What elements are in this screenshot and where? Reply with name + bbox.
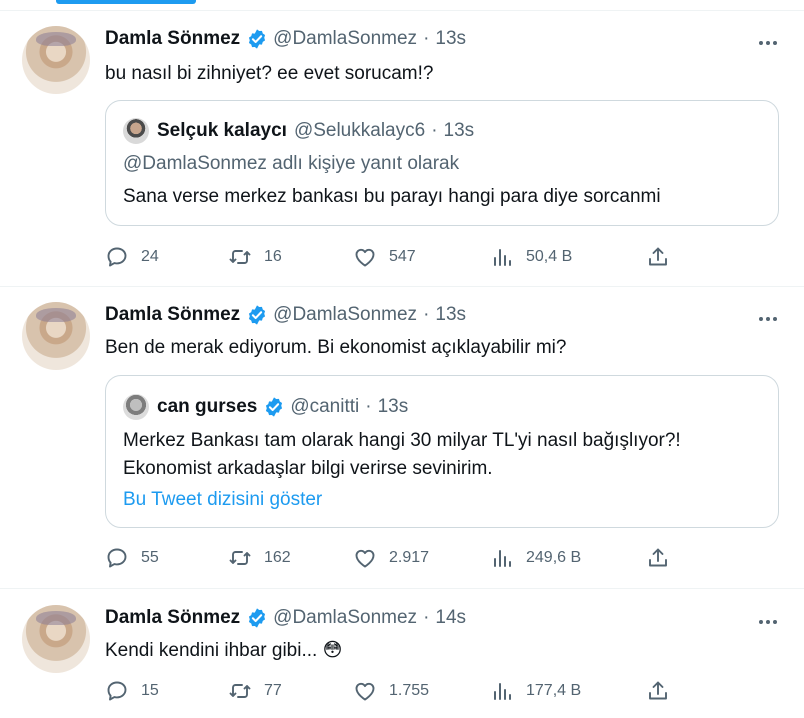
tweet-actions: 24 16 547 50,4 B bbox=[105, 245, 667, 269]
tweet-actions: 15 77 1.755 177,4 B bbox=[105, 679, 667, 703]
views-chart-icon bbox=[494, 249, 511, 266]
like-button[interactable]: 2.917 bbox=[353, 546, 429, 570]
avatar[interactable] bbox=[22, 26, 90, 94]
quoted-tweet-header: can gurses @canitti · 13s bbox=[123, 394, 408, 420]
share-icon bbox=[649, 681, 667, 700]
tweet-header: Damla Sönmez @DamlaSonmez · 13s bbox=[105, 28, 466, 50]
share-button[interactable] bbox=[646, 546, 670, 570]
views-count: 249,6 B bbox=[526, 549, 582, 566]
verified-badge-icon bbox=[249, 305, 266, 325]
timestamp[interactable]: 13s bbox=[435, 28, 466, 50]
tweet-actions: 55 162 2.917 249,6 B bbox=[105, 546, 667, 570]
avatar[interactable] bbox=[22, 302, 90, 370]
views-count: 50,4 B bbox=[526, 248, 573, 265]
reply-icon bbox=[107, 681, 127, 701]
reply-button[interactable]: 55 bbox=[105, 546, 159, 570]
reply-count: 55 bbox=[141, 549, 159, 566]
quoted-tweet-text-line-1: Merkez Bankası tam olarak hangi 30 milya… bbox=[123, 430, 681, 451]
like-button[interactable]: 547 bbox=[353, 245, 416, 269]
retweet-button[interactable]: 77 bbox=[228, 679, 282, 703]
like-count: 547 bbox=[389, 248, 416, 265]
views-count: 177,4 B bbox=[526, 682, 582, 699]
show-thread-link[interactable]: Bu Tweet dizisini göster bbox=[123, 489, 322, 511]
author-name[interactable]: Damla Sönmez bbox=[105, 28, 240, 50]
author-handle[interactable]: @DamlaSonmez bbox=[273, 304, 417, 326]
views-chart-icon bbox=[494, 683, 511, 700]
verified-badge-icon bbox=[249, 608, 266, 628]
separator-dot: · bbox=[423, 304, 430, 325]
quoted-tweet-header: Selçuk kalaycı @Selukkalayc6 · 13s bbox=[123, 118, 474, 144]
verified-badge-icon bbox=[266, 397, 283, 417]
avatar[interactable] bbox=[22, 605, 90, 673]
quoted-timestamp: 13s bbox=[377, 396, 409, 417]
separator-dot: · bbox=[431, 120, 438, 141]
quoted-tweet[interactable]: Selçuk kalaycı @Selukkalayc6 · 13s @Daml… bbox=[105, 100, 779, 226]
quoted-author-name: Selçuk kalaycı bbox=[157, 120, 287, 141]
author-handle[interactable]: @DamlaSonmez bbox=[273, 28, 417, 50]
quoted-tweet[interactable]: can gurses @canitti · 13s Merkez Bankası… bbox=[105, 375, 779, 528]
share-button[interactable] bbox=[646, 679, 670, 703]
tweet-header: Damla Sönmez @DamlaSonmez · 14s bbox=[105, 607, 466, 629]
heart-icon bbox=[355, 682, 375, 701]
share-icon bbox=[649, 548, 667, 567]
timestamp[interactable]: 13s bbox=[435, 304, 466, 326]
heart-icon bbox=[355, 248, 375, 267]
retweet-icon bbox=[229, 684, 251, 698]
reply-button[interactable]: 24 bbox=[105, 245, 159, 269]
tweet-header: Damla Sönmez @DamlaSonmez · 13s bbox=[105, 304, 466, 326]
retweet-button[interactable]: 16 bbox=[228, 245, 282, 269]
verified-badge-icon bbox=[249, 29, 266, 49]
author-name[interactable]: Damla Sönmez bbox=[105, 607, 240, 629]
quoted-author-handle: @canitti bbox=[290, 396, 360, 417]
tweet[interactable]: Damla Sönmez @DamlaSonmez · 14s Kendi ke… bbox=[0, 589, 804, 718]
separator-dot: · bbox=[423, 607, 430, 628]
views-chart-icon bbox=[494, 550, 511, 567]
separator-dot: · bbox=[365, 396, 372, 417]
tweet[interactable]: Damla Sönmez @DamlaSonmez · 13s bu nasıl… bbox=[0, 11, 804, 287]
retweet-icon bbox=[229, 551, 251, 565]
tweet[interactable]: Damla Sönmez @DamlaSonmez · 13s Ben de m… bbox=[0, 287, 804, 589]
quoted-tweet-text: Sana verse merkez bankası bu parayı hang… bbox=[123, 186, 661, 207]
reply-count: 24 bbox=[141, 248, 159, 265]
more-icon[interactable] bbox=[756, 31, 780, 55]
quoted-tweet-text-line-2: Ekonomist arkadaşlar bilgi verirse sevin… bbox=[123, 458, 493, 479]
quoted-avatar bbox=[123, 118, 149, 144]
retweet-icon bbox=[229, 250, 251, 264]
retweet-count: 16 bbox=[264, 248, 282, 265]
tweet-text: bu nasıl bi zihniyet? ee evet sorucam!? bbox=[105, 63, 434, 84]
author-name[interactable]: Damla Sönmez bbox=[105, 304, 240, 326]
author-handle[interactable]: @DamlaSonmez bbox=[273, 607, 417, 629]
reply-icon bbox=[107, 247, 127, 267]
views-button[interactable]: 177,4 B bbox=[490, 679, 581, 703]
share-icon bbox=[649, 247, 667, 266]
retweet-count: 77 bbox=[264, 682, 282, 699]
reply-context: @DamlaSonmez adlı kişiye yanıt olarak bbox=[123, 153, 460, 174]
retweet-button[interactable]: 162 bbox=[228, 546, 291, 570]
heart-icon bbox=[355, 549, 375, 568]
active-tab-indicator bbox=[56, 0, 196, 4]
reply-icon bbox=[107, 548, 127, 568]
share-button[interactable] bbox=[646, 245, 670, 269]
views-button[interactable]: 50,4 B bbox=[490, 245, 572, 269]
quoted-author-name: can gurses bbox=[157, 396, 258, 417]
like-button[interactable]: 1.755 bbox=[353, 679, 429, 703]
timestamp[interactable]: 14s bbox=[435, 607, 466, 629]
tweet-text: Kendi kendini ihbar gibi... 😳 bbox=[105, 640, 343, 661]
reply-button[interactable]: 15 bbox=[105, 679, 159, 703]
reply-count: 15 bbox=[141, 682, 159, 699]
tweet-text: Ben de merak ediyorum. Bi ekonomist açık… bbox=[105, 337, 567, 358]
retweet-count: 162 bbox=[264, 549, 291, 566]
quoted-author-handle: @Selukkalayc6 bbox=[293, 120, 426, 141]
views-button[interactable]: 249,6 B bbox=[490, 546, 581, 570]
more-icon[interactable] bbox=[756, 610, 780, 634]
quoted-timestamp: 13s bbox=[443, 120, 475, 141]
like-count: 1.755 bbox=[389, 682, 430, 699]
quoted-avatar bbox=[123, 394, 149, 420]
separator-dot: · bbox=[423, 28, 430, 49]
like-count: 2.917 bbox=[389, 549, 430, 566]
more-icon[interactable] bbox=[756, 307, 780, 331]
